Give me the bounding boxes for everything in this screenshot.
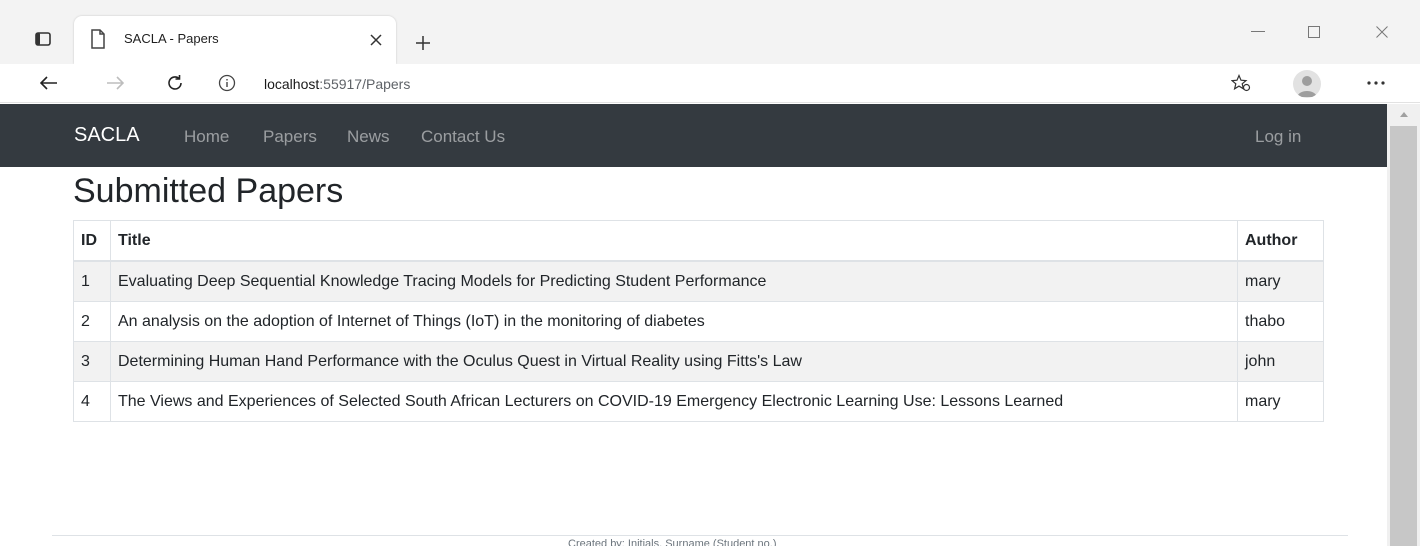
cell-id: 3	[73, 341, 111, 382]
page-icon	[90, 29, 110, 51]
arrow-left-icon[interactable]	[34, 69, 64, 97]
tab-actions-icon[interactable]	[26, 22, 60, 56]
browser-tab[interactable]: SACLA - Papers	[74, 16, 396, 64]
footer-text: Created by: Initials, Surname (Student n…	[568, 538, 777, 546]
url-text: localhost:55917/Papers	[264, 76, 410, 92]
refresh-icon[interactable]	[160, 69, 190, 97]
scrollbar-thumb[interactable]	[1390, 126, 1417, 546]
url-host: localhost	[264, 76, 320, 92]
vertical-scrollbar[interactable]	[1387, 104, 1420, 546]
cell-author: mary	[1237, 381, 1324, 422]
table-row: 3 Determining Human Hand Performance wit…	[73, 341, 1324, 382]
url-path: :55917/Papers	[319, 76, 411, 92]
nav-link-home[interactable]: Home	[184, 127, 229, 147]
papers-table: ID Title Author 1 Evaluating Deep Sequen…	[73, 220, 1324, 422]
page-footer: Created by: Initials, Surname (Student n…	[52, 535, 1348, 546]
nav-link-contact-us[interactable]: Contact Us	[421, 127, 505, 147]
cell-id: 1	[73, 260, 111, 302]
star-icon[interactable]	[1226, 69, 1256, 97]
url-field[interactable]: localhost:55917/Papers	[208, 68, 1272, 99]
cell-title: The Views and Experiences of Selected So…	[110, 381, 1238, 422]
address-bar: localhost:55917/Papers	[0, 64, 1420, 103]
tab-title: SACLA - Papers	[124, 31, 219, 46]
browser-tab-strip: SACLA - Papers	[0, 0, 1420, 64]
close-icon[interactable]	[1364, 18, 1400, 46]
cell-author: john	[1237, 341, 1324, 382]
table-row: 4 The Views and Experiences of Selected …	[73, 381, 1324, 422]
brand-link[interactable]: SACLA	[74, 124, 140, 147]
login-link[interactable]: Log in	[1255, 127, 1301, 147]
page-viewport: SACLA Home Papers News Contact Us Log in…	[0, 104, 1387, 546]
column-header-id: ID	[73, 220, 111, 262]
arrow-right-icon[interactable]	[100, 69, 130, 97]
cell-title: Determining Human Hand Performance with …	[110, 341, 1238, 382]
column-header-title: Title	[110, 220, 1238, 262]
cell-title: Evaluating Deep Sequential Knowledge Tra…	[110, 260, 1238, 302]
close-icon[interactable]	[364, 28, 388, 52]
scroll-up-arrow-icon[interactable]	[1387, 104, 1420, 124]
minimize-icon[interactable]	[1240, 18, 1276, 46]
table-header-row: ID Title Author	[73, 220, 1324, 262]
nav-link-papers[interactable]: Papers	[263, 127, 317, 147]
plus-icon[interactable]	[408, 28, 438, 58]
cell-id: 2	[73, 301, 111, 342]
table-row: 1 Evaluating Deep Sequential Knowledge T…	[73, 260, 1324, 302]
cell-author: thabo	[1237, 301, 1324, 342]
page-title: Submitted Papers	[73, 172, 344, 210]
site-navbar: SACLA Home Papers News Contact Us Log in	[0, 104, 1387, 167]
maximize-icon[interactable]	[1296, 18, 1332, 46]
cell-id: 4	[73, 381, 111, 422]
cell-title: An analysis on the adoption of Internet …	[110, 301, 1238, 342]
more-icon[interactable]	[1358, 69, 1394, 97]
avatar-icon[interactable]	[1293, 70, 1321, 98]
table-row: 2 An analysis on the adoption of Interne…	[73, 301, 1324, 342]
info-icon[interactable]	[218, 74, 238, 94]
nav-link-news[interactable]: News	[347, 127, 390, 147]
column-header-author: Author	[1237, 220, 1324, 262]
cell-author: mary	[1237, 260, 1324, 302]
